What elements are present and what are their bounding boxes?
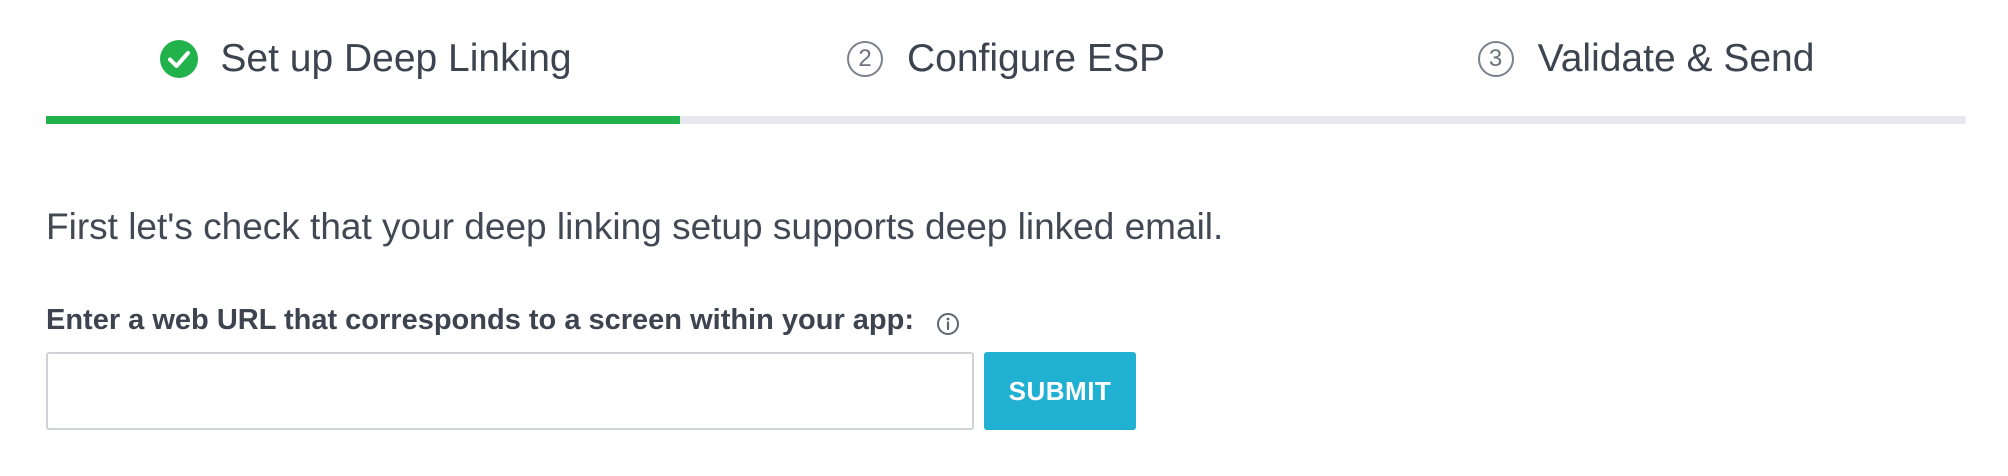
url-field-label-row: Enter a web URL that corresponds to a sc… (46, 304, 960, 337)
stepper-progress-fill (46, 116, 680, 124)
step-configure-esp[interactable]: 2 Configure ESP (686, 0, 1326, 118)
url-field-label: Enter a web URL that corresponds to a sc… (46, 304, 915, 336)
step-validate-send[interactable]: 3 Validate & Send (1326, 0, 1966, 118)
submit-button[interactable]: SUBMIT (984, 352, 1136, 430)
check-circle-icon (160, 40, 199, 78)
step-setup-deep-linking[interactable]: Set up Deep Linking (46, 0, 686, 118)
info-icon[interactable] (936, 312, 960, 336)
stepper: Set up Deep Linking 2 Configure ESP 3 Va… (46, 0, 1966, 126)
step-number-icon: 2 (847, 41, 883, 77)
step-number-icon: 3 (1477, 41, 1514, 77)
step-label: Set up Deep Linking (220, 37, 572, 80)
url-input[interactable] (46, 352, 974, 430)
intro-text: First let's check that your deep linking… (46, 206, 1224, 247)
step-label: Configure ESP (907, 37, 1165, 80)
step-label: Validate & Send (1537, 37, 1815, 80)
